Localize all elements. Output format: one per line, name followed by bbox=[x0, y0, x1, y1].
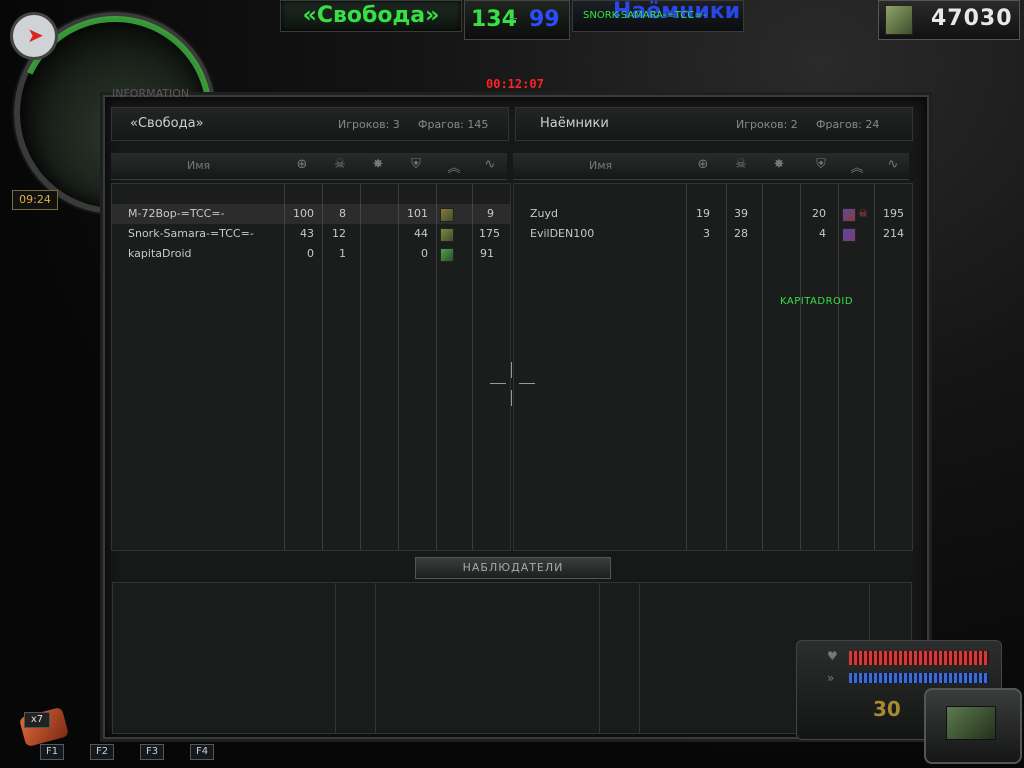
spectators-list bbox=[112, 582, 912, 734]
hotkey-f2[interactable]: F2 bbox=[90, 744, 114, 760]
player-score: 0 bbox=[421, 247, 428, 260]
team2-header: Наёмники Игроков: 2 Фрагов: 24 bbox=[515, 107, 913, 141]
spectators-button[interactable]: НАБЛЮДАТЕЛИ bbox=[415, 557, 611, 579]
ping-wave-icon[interactable]: ∿ bbox=[883, 157, 903, 172]
team1-player-list: M-72Bop-=TCC=- 100 8 101 9 Snork-Samara-… bbox=[111, 183, 511, 551]
local-player-name: SNORK-SAMARA-=TCC=- bbox=[583, 10, 707, 21]
heart-icon: ♥ bbox=[827, 649, 838, 663]
faction-emblem-icon bbox=[885, 5, 913, 35]
rank-badge-icon bbox=[440, 228, 454, 242]
crosshair-left bbox=[490, 383, 506, 384]
rank-chevron-icon[interactable]: ︽ bbox=[444, 157, 464, 176]
team1-title: «Свобода» bbox=[302, 3, 440, 28]
score-box: 134 -- 99 bbox=[464, 0, 570, 40]
skull-icon: ☠ bbox=[858, 207, 868, 220]
player-deaths: 12 bbox=[332, 227, 346, 240]
player-deaths: 8 bbox=[339, 207, 346, 220]
player-kills: 100 bbox=[293, 207, 314, 220]
player-kills: 0 bbox=[307, 247, 314, 260]
team1-title-box: «Свобода» bbox=[280, 0, 462, 32]
weapon-icon bbox=[946, 706, 996, 740]
compass-needle-icon: ➤ bbox=[27, 23, 44, 47]
shield-icon[interactable]: ⛨ bbox=[406, 157, 426, 172]
stamina-bar bbox=[849, 673, 989, 683]
explosion-icon[interactable]: ✸ bbox=[769, 157, 789, 172]
player-ping: 9 bbox=[487, 207, 494, 220]
player-ping: 91 bbox=[480, 247, 494, 260]
table-row[interactable]: M-72Bop-=TCC=- 100 8 101 9 bbox=[112, 204, 510, 224]
crosshair-right bbox=[519, 383, 535, 384]
table-row[interactable]: EvilDEN100 3 28 4 214 bbox=[514, 224, 912, 244]
team2-player-list: Zuyd 19 39 20 ☠ 195 EvilDEN100 3 28 4 21… bbox=[513, 183, 913, 551]
player-name: kapitaDroid bbox=[128, 247, 192, 260]
player-name: Zuyd bbox=[530, 207, 558, 220]
team1-players: Игроков: 3 bbox=[338, 118, 400, 131]
table-row[interactable]: Snork-Samara-=TCC=- 43 12 44 175 bbox=[112, 224, 510, 244]
team2-players: Игроков: 2 bbox=[736, 118, 798, 131]
skull-icon[interactable]: ☠ bbox=[731, 157, 751, 172]
player-deaths: 39 bbox=[734, 207, 748, 220]
name-column-header[interactable]: Имя bbox=[589, 159, 612, 172]
ping-wave-icon[interactable]: ∿ bbox=[480, 157, 500, 172]
hotkey-f4[interactable]: F4 bbox=[190, 744, 214, 760]
team2-column-header: Имя ⊕ ☠ ✸ ⛨ ︽ ∿ bbox=[513, 153, 909, 180]
team1-column-header: Имя ⊕ ☠ ✸ ⛨ ︽ ∿ bbox=[111, 153, 507, 180]
player-score: 4 bbox=[819, 227, 826, 240]
player-name: Snork-Samara-=TCC=- bbox=[128, 227, 254, 240]
hotkey-f1[interactable]: F1 bbox=[40, 744, 64, 760]
team1-frags: Фрагов: 145 bbox=[418, 118, 489, 131]
player-deaths: 1 bbox=[339, 247, 346, 260]
team2-name: Наёмники bbox=[540, 116, 609, 131]
player-ping: 195 bbox=[883, 207, 904, 220]
rank-badge-icon bbox=[842, 228, 856, 242]
player-name: M-72Bop-=TCC=- bbox=[128, 207, 225, 220]
game-clock: 09:24 bbox=[12, 190, 58, 210]
team1-name: «Свобода» bbox=[130, 116, 204, 131]
rank-chevron-icon[interactable]: ︽ bbox=[847, 157, 867, 176]
player-score: 20 bbox=[812, 207, 826, 220]
player-kills: 43 bbox=[300, 227, 314, 240]
crosshair-top bbox=[511, 362, 512, 378]
crosshair-icon[interactable]: ⊕ bbox=[292, 157, 312, 172]
player-deaths: 28 bbox=[734, 227, 748, 240]
skull-icon[interactable]: ☠ bbox=[330, 157, 350, 172]
player-name: EvilDEN100 bbox=[530, 227, 595, 240]
player-kills: 3 bbox=[703, 227, 710, 240]
stamina-icon: » bbox=[827, 671, 835, 685]
compass-icon: ➤ bbox=[10, 12, 58, 60]
weapon-slot[interactable] bbox=[924, 688, 1022, 764]
name-column-header[interactable]: Имя bbox=[187, 159, 210, 172]
game-scene: ➤ 09:24 «Свобода» 134 -- 99 Наёмники SNO… bbox=[0, 0, 1024, 768]
table-row[interactable]: kapitaDroid 0 1 0 91 bbox=[112, 244, 510, 264]
rank-badge-icon bbox=[440, 248, 454, 262]
money-amount: 47030 bbox=[931, 6, 1013, 31]
table-row[interactable]: Zuyd 19 39 20 ☠ 195 bbox=[514, 204, 912, 224]
rank-badge-icon bbox=[440, 208, 454, 222]
player-nametag: KAPITADROID bbox=[780, 296, 854, 307]
crosshair-bottom bbox=[511, 390, 512, 406]
player-ping: 175 bbox=[479, 227, 500, 240]
rank-badge-icon bbox=[842, 208, 856, 222]
crosshair-icon[interactable]: ⊕ bbox=[693, 157, 713, 172]
player-ping: 214 bbox=[883, 227, 904, 240]
player-score: 44 bbox=[414, 227, 428, 240]
score-separator: -- bbox=[509, 11, 518, 25]
team2-score: 99 bbox=[529, 7, 560, 32]
explosion-icon[interactable]: ✸ bbox=[368, 157, 388, 172]
team2-title-box: Наёмники SNORK-SAMARA-=TCC=- bbox=[572, 0, 744, 32]
shield-icon[interactable]: ⛨ bbox=[811, 157, 831, 172]
player-kills: 19 bbox=[696, 207, 710, 220]
round-timer: 00:12:07 bbox=[486, 77, 544, 91]
team1-header: «Свобода» Игроков: 3 Фрагов: 145 bbox=[111, 107, 509, 141]
team2-frags: Фрагов: 24 bbox=[816, 118, 880, 131]
money-box: 47030 bbox=[878, 0, 1020, 40]
player-score: 101 bbox=[407, 207, 428, 220]
health-bar bbox=[849, 651, 989, 665]
hotkey-f3[interactable]: F3 bbox=[140, 744, 164, 760]
ammo-count: 30 bbox=[873, 697, 901, 721]
information-tab[interactable]: INFORMATION bbox=[96, 84, 240, 104]
grenade-count: x7 bbox=[24, 712, 50, 728]
